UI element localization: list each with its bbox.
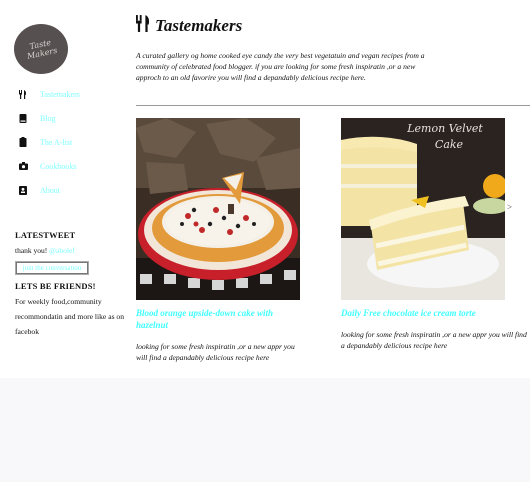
svg-text:Cake: Cake: [435, 138, 464, 151]
carousel-next-arrow[interactable]: >: [507, 202, 512, 212]
camera-icon: [18, 161, 28, 171]
sidebar-nav: Tastemakers Blog The A-list Cookbooks Ab…: [18, 82, 118, 202]
friends-heading: LETS BE FRIENDS!: [15, 281, 96, 291]
fork-knife-icon: [136, 15, 151, 37]
fork-knife-icon: [18, 89, 28, 99]
sidebar-item-label: Blog: [40, 113, 56, 123]
page: Taste Makers Tastemakers Blog The A-list: [0, 0, 530, 378]
logo-text: Taste Makers: [24, 37, 58, 61]
clipboard-icon: [18, 137, 28, 147]
card-description: looking for some fresh inspiratin ,or a …: [136, 342, 295, 362]
sidebar-item-label: Tastemakers: [40, 89, 80, 99]
sidebar-item-tastemakers[interactable]: Tastemakers: [18, 82, 118, 106]
page-header: Tastemakers: [136, 15, 242, 37]
join-conversation-button[interactable]: join the conversation: [15, 261, 89, 275]
sidebar-item-blog[interactable]: Blog: [18, 106, 118, 130]
sidebar-item-label: About: [40, 185, 60, 195]
sidebar-item-label: Cookbooks: [40, 161, 77, 171]
book-icon: [18, 113, 28, 123]
sidebar-item-label: The A-list: [40, 137, 73, 147]
page-title: Tastemakers: [155, 16, 243, 35]
card-image-pizza-cake[interactable]: [136, 118, 300, 300]
sidebar-item-cookbooks[interactable]: Cookbooks: [18, 154, 118, 178]
divider: [136, 105, 530, 106]
card-description: looking for some fresh inspiratin ,or a …: [341, 330, 527, 350]
card-image-lemon-cake[interactable]: Lemon Velvet Cake: [341, 118, 505, 300]
latest-tweet-heading: LATESTWEET: [15, 230, 76, 240]
friends-text: For weekly food,community recommondatin …: [15, 297, 125, 336]
svg-text:Lemon Velvet: Lemon Velvet: [406, 122, 483, 135]
sidebar-item-a-list[interactable]: The A-list: [18, 130, 118, 154]
tweet-body: thank you!: [15, 246, 48, 255]
card-title-link[interactable]: Blood orange upside-down cake with hazel…: [136, 307, 296, 331]
intro-paragraph: A curated gallery og home cooked eye can…: [136, 51, 425, 82]
tweet-handle-link[interactable]: @abolef: [49, 246, 75, 255]
site-logo[interactable]: Taste Makers: [14, 24, 68, 74]
tweet-text: thank you! @abolef: [15, 246, 75, 255]
contact-card-icon: [18, 185, 28, 195]
card-title-link[interactable]: Daily Free chocolate ice cream torte: [341, 307, 521, 319]
sidebar-item-about[interactable]: About: [18, 178, 118, 202]
